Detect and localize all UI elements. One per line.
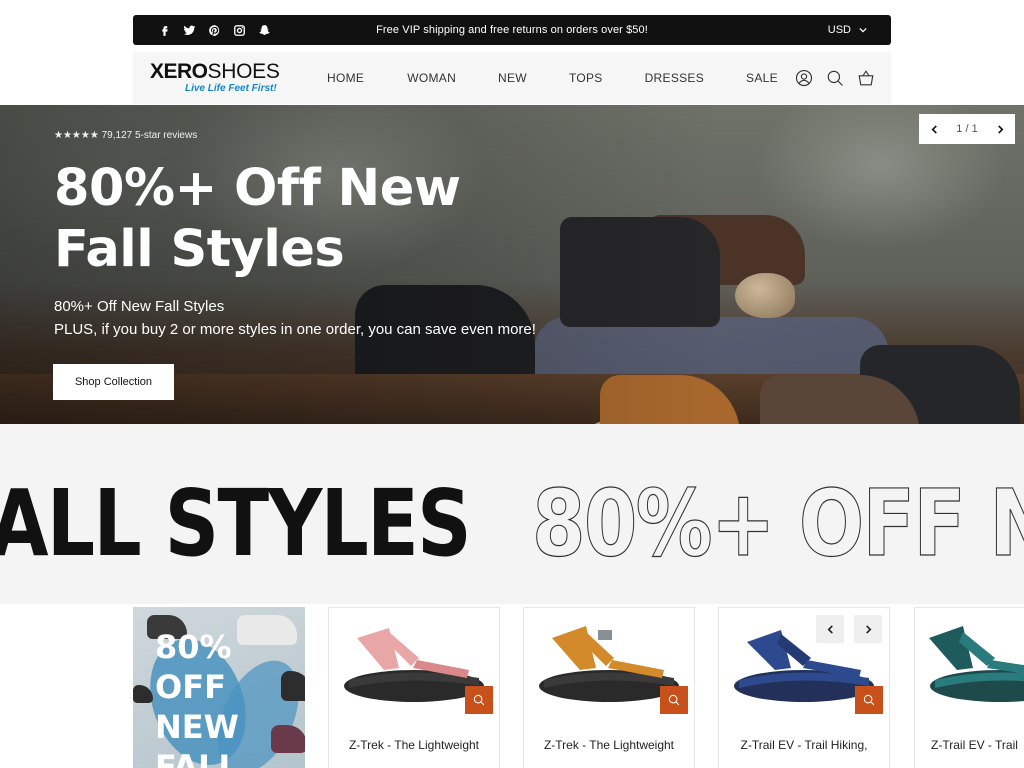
logo-shoes: SHOES	[207, 60, 280, 83]
product-name: Z-Trek - The Lightweight	[543, 738, 675, 752]
chevron-down-icon	[859, 27, 867, 33]
search-icon	[863, 694, 875, 706]
promo-tile[interactable]: 80% OFF NEW FALL	[133, 607, 305, 768]
search-icon[interactable]	[825, 69, 844, 88]
promo-line: OFF	[155, 668, 226, 706]
product-name: Z-Trail EV - Trail Hiking,	[740, 738, 868, 752]
product-name: Z-Trail EV - Trail	[931, 738, 1018, 752]
nav-dresses[interactable]: DRESSES	[645, 71, 704, 85]
product-name: Z-Trek - The Lightweight	[348, 738, 480, 752]
scrolling-marquee: ALL STYLES 80%+ OFF N	[0, 424, 1024, 604]
nav-woman[interactable]: WOMAN	[407, 71, 456, 85]
hero-subtitle: 80%+ Off New Fall Styles PLUS, if you bu…	[54, 295, 536, 341]
carousel-prev-button[interactable]	[816, 615, 844, 643]
shop-collection-button[interactable]: Shop Collection	[53, 364, 174, 400]
marquee-solid-text: ALL STYLES	[0, 470, 470, 577]
announcement-text: Free VIP shipping and free returns on or…	[376, 24, 648, 36]
product-card[interactable]: Z-Trek - The Lightweight	[523, 607, 695, 768]
chevron-left-icon	[827, 624, 833, 634]
nav-home[interactable]: HOME	[327, 71, 364, 85]
product-image	[929, 626, 1024, 702]
promo-shoe-image	[281, 671, 305, 701]
search-icon	[473, 694, 485, 706]
search-icon	[668, 694, 680, 706]
quick-view-button[interactable]	[465, 686, 493, 714]
promo-line: FALL	[155, 748, 239, 768]
account-icon[interactable]	[794, 69, 813, 88]
carousel-next-button[interactable]	[854, 615, 882, 643]
product-card[interactable]: Z-Trek - The Lightweight	[328, 607, 500, 768]
hero-pager: 1 / 1	[919, 114, 1015, 144]
promo-text: 80% OFF NEW FALL	[155, 627, 239, 768]
chevron-right-icon	[865, 624, 871, 634]
promo-shoe-image	[237, 615, 297, 645]
marquee-outline-text: 80%+ OFF N	[532, 470, 1024, 577]
hero-subtitle-line1: 80%+ Off New Fall Styles	[54, 298, 225, 315]
promo-line: NEW	[155, 708, 239, 746]
currency-label: USD	[827, 24, 851, 36]
slide-counter: 1 / 1	[956, 123, 978, 135]
nav-sale[interactable]: SALE	[746, 71, 778, 85]
promo-line: 80%	[155, 628, 232, 666]
cart-icon[interactable]	[856, 69, 875, 88]
chevron-right-icon[interactable]	[985, 114, 1015, 144]
hero-title: 80%+ Off New Fall Styles	[54, 159, 461, 279]
nav-tops[interactable]: TOPS	[569, 71, 603, 85]
header-icons	[794, 52, 875, 104]
logo-tagline: Live Life Feet First!	[185, 83, 277, 94]
logo-xero: XERO	[150, 60, 208, 83]
hero-subtitle-line2: PLUS, if you buy 2 or more styles in one…	[54, 321, 536, 338]
main-nav: HOME WOMAN NEW TOPS DRESSES SALE	[327, 52, 778, 104]
announcement-bar: Free VIP shipping and free returns on or…	[133, 15, 891, 45]
promo-shoe-image	[271, 725, 305, 753]
currency-selector[interactable]: USD	[828, 15, 867, 45]
reviews-rating: ★★★★★ 79,127 5-star reviews	[54, 130, 198, 141]
quick-view-button[interactable]	[855, 686, 883, 714]
xero-shoes-logo[interactable]: XEROSHOES Live Life Feet First!	[150, 60, 280, 100]
quick-view-button[interactable]	[660, 686, 688, 714]
site-header: XEROSHOES Live Life Feet First! HOME WOM…	[133, 52, 891, 104]
product-card[interactable]: Z-Trail EV - Trail	[914, 607, 1024, 768]
nav-new[interactable]: NEW	[498, 71, 527, 85]
chevron-left-icon[interactable]	[919, 114, 949, 144]
